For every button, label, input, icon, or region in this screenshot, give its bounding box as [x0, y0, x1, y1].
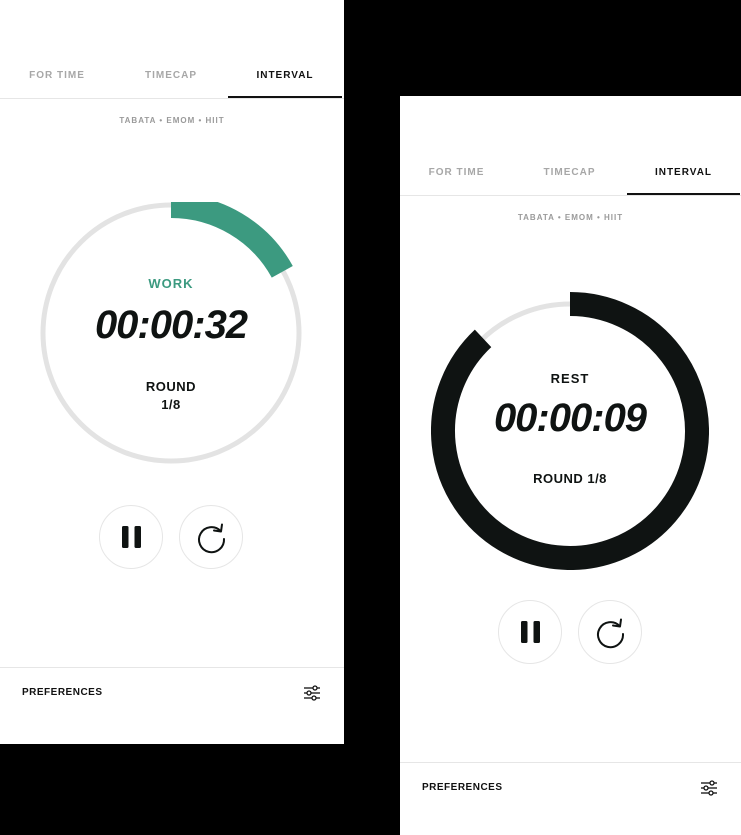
reset-button[interactable]: [179, 505, 243, 569]
progress-arc: [170, 202, 293, 278]
pause-icon: [122, 526, 141, 548]
sliders-icon[interactable]: [302, 683, 322, 703]
reset-icon: [198, 523, 226, 554]
mode-tabs: FOR TIME TIMECAP INTERVAL: [400, 157, 741, 196]
pause-button[interactable]: [99, 505, 163, 569]
pause-button[interactable]: [498, 600, 562, 664]
timer-dial: REST 00:00:09 ROUND 1/8: [431, 292, 709, 570]
tab-interval[interactable]: INTERVAL: [228, 60, 342, 98]
tab-timecap[interactable]: TIMECAP: [513, 157, 626, 195]
preferences-bar[interactable]: PREFERENCES: [400, 762, 741, 813]
mode-tabs: FOR TIME TIMECAP INTERVAL: [0, 60, 344, 99]
round-indicator: ROUND 1/8: [40, 378, 302, 414]
tab-for-time[interactable]: FOR TIME: [400, 157, 513, 195]
sliders-icon[interactable]: [699, 778, 719, 798]
mode-subtitle: TABATA • EMOM • HIIT: [119, 116, 225, 125]
preferences-label: PREFERENCES: [22, 687, 103, 698]
tab-for-time[interactable]: FOR TIME: [0, 60, 114, 98]
phase-label: WORK: [148, 276, 194, 291]
mode-subtitle: TABATA • EMOM • HIIT: [517, 213, 624, 222]
preferences-label: PREFERENCES: [422, 782, 503, 793]
timer-display: 00:00:09: [493, 396, 647, 440]
timer-display: 00:00:32: [94, 303, 248, 347]
reset-icon: [597, 618, 625, 649]
round-indicator: ROUND 1/8: [533, 471, 607, 486]
round-value: 1/8: [161, 397, 181, 412]
round-label: ROUND: [145, 379, 197, 394]
tab-timecap[interactable]: TIMECAP: [114, 60, 228, 98]
phase-label: REST: [550, 371, 590, 386]
interval-timer-screen-rest: FOR TIME TIMECAP INTERVAL TABATA • EMOM …: [400, 96, 741, 835]
tab-interval[interactable]: INTERVAL: [627, 157, 740, 195]
interval-timer-screen-work: FOR TIME TIMECAP INTERVAL TABATA • EMOM …: [0, 0, 344, 744]
reset-button[interactable]: [578, 600, 642, 664]
timer-dial: WORK 00:00:32 ROUND 1/8: [40, 202, 302, 464]
preferences-bar[interactable]: PREFERENCES: [0, 667, 344, 718]
pause-icon: [521, 621, 540, 643]
